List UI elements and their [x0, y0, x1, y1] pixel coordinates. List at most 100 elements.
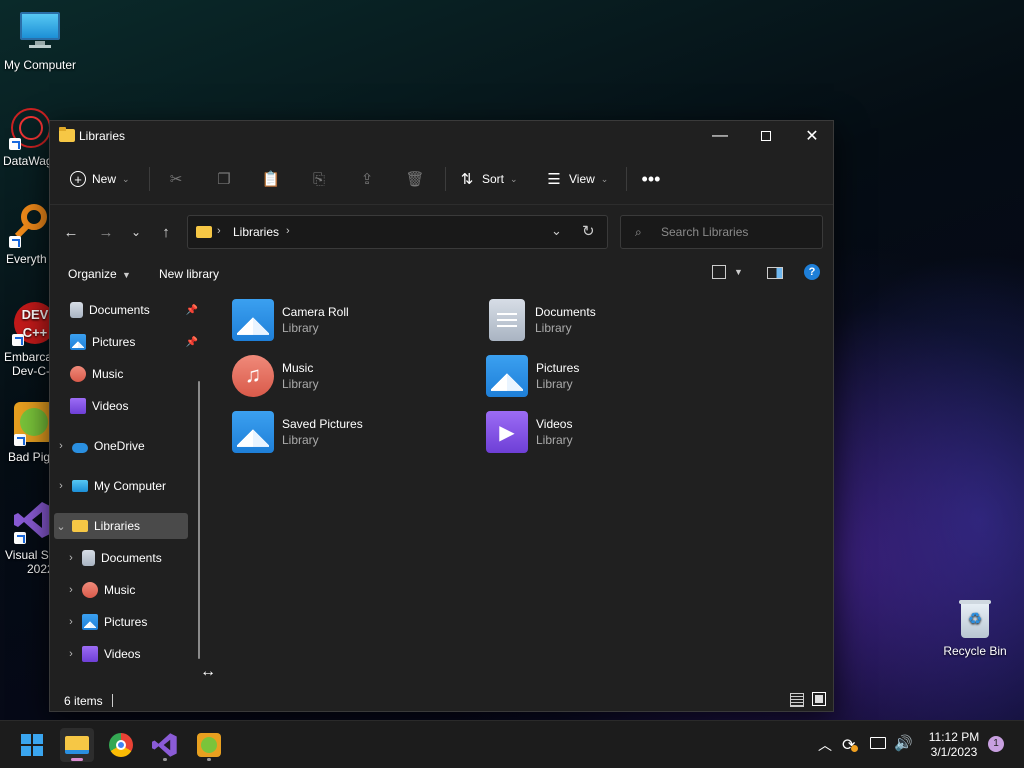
chevron-down-icon: ⌄	[510, 173, 518, 184]
library-name: Saved Pictures	[282, 417, 363, 431]
refresh-button[interactable]: ↻	[582, 222, 595, 240]
maximize-button[interactable]	[743, 121, 789, 151]
share-button[interactable]: ⇪	[358, 165, 376, 193]
shortcut-arrow-icon	[9, 138, 21, 150]
breadcrumb-libraries[interactable]: Libraries	[233, 225, 279, 239]
network-tray-icon[interactable]	[870, 737, 886, 749]
delete-button[interactable]: 🗑	[405, 165, 424, 193]
clock[interactable]: 11:12 PM 3/1/2023	[922, 730, 986, 760]
library-tile-videos[interactable]: ▶ Videos Library	[486, 407, 726, 457]
minimize-button[interactable]: —	[697, 121, 743, 151]
nav-item-libraries[interactable]: ⌄ Libraries	[54, 513, 188, 539]
address-bar[interactable]: › Libraries › ⌄ ↻	[187, 215, 608, 249]
library-tile-pictures[interactable]: Pictures Library	[486, 351, 726, 401]
library-tile-camera-roll[interactable]: Camera Roll Library	[232, 295, 472, 345]
nav-item-lib-music[interactable]: › Music	[64, 577, 198, 603]
nav-item-documents-pinned[interactable]: Documents 📌	[66, 297, 200, 323]
warning-dot	[851, 745, 858, 752]
taskbar-visual-studio[interactable]	[148, 728, 182, 762]
nav-item-label: Documents	[101, 551, 162, 565]
nav-item-lib-pictures[interactable]: › Pictures	[64, 609, 198, 635]
search-input[interactable]: Search Libraries	[661, 225, 748, 239]
change-view-button[interactable]: ▼	[712, 265, 743, 279]
cut-button[interactable]: ✂	[167, 165, 185, 193]
desktop-icon-label: Recycle Bin	[943, 644, 1007, 658]
desktop-icon-bad-piggies[interactable]: Bad Pigg	[0, 402, 54, 464]
nav-item-onedrive[interactable]: › OneDrive	[54, 433, 188, 459]
pin-icon: 📌	[185, 336, 198, 348]
scissors-icon: ✂	[169, 171, 183, 188]
show-hidden-icons-button[interactable]: ︿	[818, 735, 832, 755]
recent-locations-button[interactable]: ⌄	[125, 221, 147, 243]
paste-button[interactable]: 📋	[262, 165, 281, 193]
rename-button[interactable]: ⎘	[310, 165, 328, 193]
nav-item-label: Pictures	[104, 615, 148, 629]
more-options-button[interactable]: •••	[641, 165, 661, 193]
share-icon: ⇪	[360, 171, 374, 188]
tiles-view-button[interactable]	[812, 692, 826, 706]
copy-button[interactable]: ❐	[215, 165, 233, 193]
sort-label: Sort	[482, 172, 505, 186]
search-box[interactable]: ⌕ Search Libraries	[620, 215, 823, 249]
update-tray-icon[interactable]: ⟳	[842, 735, 858, 755]
chevron-right-icon: ›	[69, 584, 73, 596]
up-button[interactable]: ↑	[155, 221, 177, 243]
preview-pane-button[interactable]	[767, 267, 783, 279]
chevron-right-icon: ›	[59, 440, 63, 452]
pictures-icon	[70, 334, 86, 350]
details-view-button[interactable]	[790, 693, 804, 707]
view-button[interactable]: ☰ View ⌄	[545, 165, 608, 193]
nav-item-lib-documents[interactable]: › Documents	[64, 545, 198, 571]
start-button[interactable]	[15, 728, 49, 762]
everything-search-icon	[9, 204, 53, 248]
new-button[interactable]: + New ⌄	[70, 165, 130, 193]
chevron-right-icon: ›	[69, 552, 73, 564]
taskbar-chrome[interactable]	[104, 728, 138, 762]
help-button[interactable]: ?	[804, 264, 820, 280]
new-label: New	[92, 172, 117, 186]
desktop-icon-recycle-bin[interactable]: ♻ Recycle Bin	[935, 596, 1015, 658]
pin-icon: 📌	[185, 304, 198, 316]
library-tile-music[interactable]: ♫ Music Library	[232, 351, 472, 401]
pictures-icon	[82, 614, 98, 630]
taskbar: ︿ ⟳ 🔊 11:12 PM 3/1/2023 1	[0, 720, 1024, 768]
chevron-down-icon: ⌄	[56, 520, 66, 533]
chevron-right-icon: ›	[286, 225, 290, 237]
library-name: Pictures	[536, 361, 580, 375]
address-history-button[interactable]: ⌄	[551, 223, 562, 239]
volume-tray-icon[interactable]: 🔊	[894, 734, 913, 752]
nav-item-pictures-pinned[interactable]: Pictures 📌	[66, 329, 200, 355]
running-indicator	[207, 758, 211, 761]
chevron-right-icon: ›	[69, 648, 73, 660]
nav-item-label: OneDrive	[94, 439, 145, 453]
title-bar[interactable]: Libraries — ✕	[50, 121, 833, 151]
nav-item-lib-videos[interactable]: › Videos	[64, 641, 198, 667]
desktop-icon-my-computer[interactable]: My Computer	[0, 10, 80, 72]
taskbar-file-explorer[interactable]	[60, 728, 94, 762]
nav-item-my-computer[interactable]: › My Computer	[54, 473, 188, 499]
desktop-icon-everything[interactable]: Everyth	[0, 204, 51, 266]
close-button[interactable]: ✕	[789, 121, 835, 151]
nav-item-label: Pictures	[92, 335, 136, 349]
notification-badge[interactable]: 1	[988, 736, 1004, 752]
organize-button[interactable]: Organize ▼	[68, 267, 131, 281]
chevron-up-icon: ︿	[818, 737, 832, 753]
library-tile-documents[interactable]: Documents Library	[486, 295, 726, 345]
new-library-button[interactable]: New library	[159, 267, 219, 281]
library-command-row: Organize ▼ New library ▼ ?	[50, 257, 833, 291]
back-button[interactable]: ←	[60, 221, 82, 243]
forward-button[interactable]: →	[95, 221, 117, 243]
desktop-icon-datawag[interactable]: DataWag	[0, 106, 53, 168]
pictures-icon	[232, 411, 274, 453]
nav-item-music[interactable]: Music	[66, 361, 200, 387]
nav-scrollbar[interactable]	[198, 381, 200, 659]
status-divider	[112, 694, 113, 707]
desktop-icon-visual-studio[interactable]: Visual St 2022	[0, 500, 52, 576]
library-tile-saved-pictures[interactable]: Saved Pictures Library	[232, 407, 472, 457]
desktop-icon-devc[interactable]: DEV C++ Embarca Dev-C-	[0, 302, 56, 378]
taskbar-bad-piggies[interactable]	[192, 728, 226, 762]
sort-button[interactable]: ⇅ Sort ⌄	[458, 165, 518, 193]
nav-item-label: Music	[92, 367, 124, 381]
ellipsis-icon: •••	[641, 168, 661, 189]
nav-item-videos[interactable]: Videos	[66, 393, 200, 419]
